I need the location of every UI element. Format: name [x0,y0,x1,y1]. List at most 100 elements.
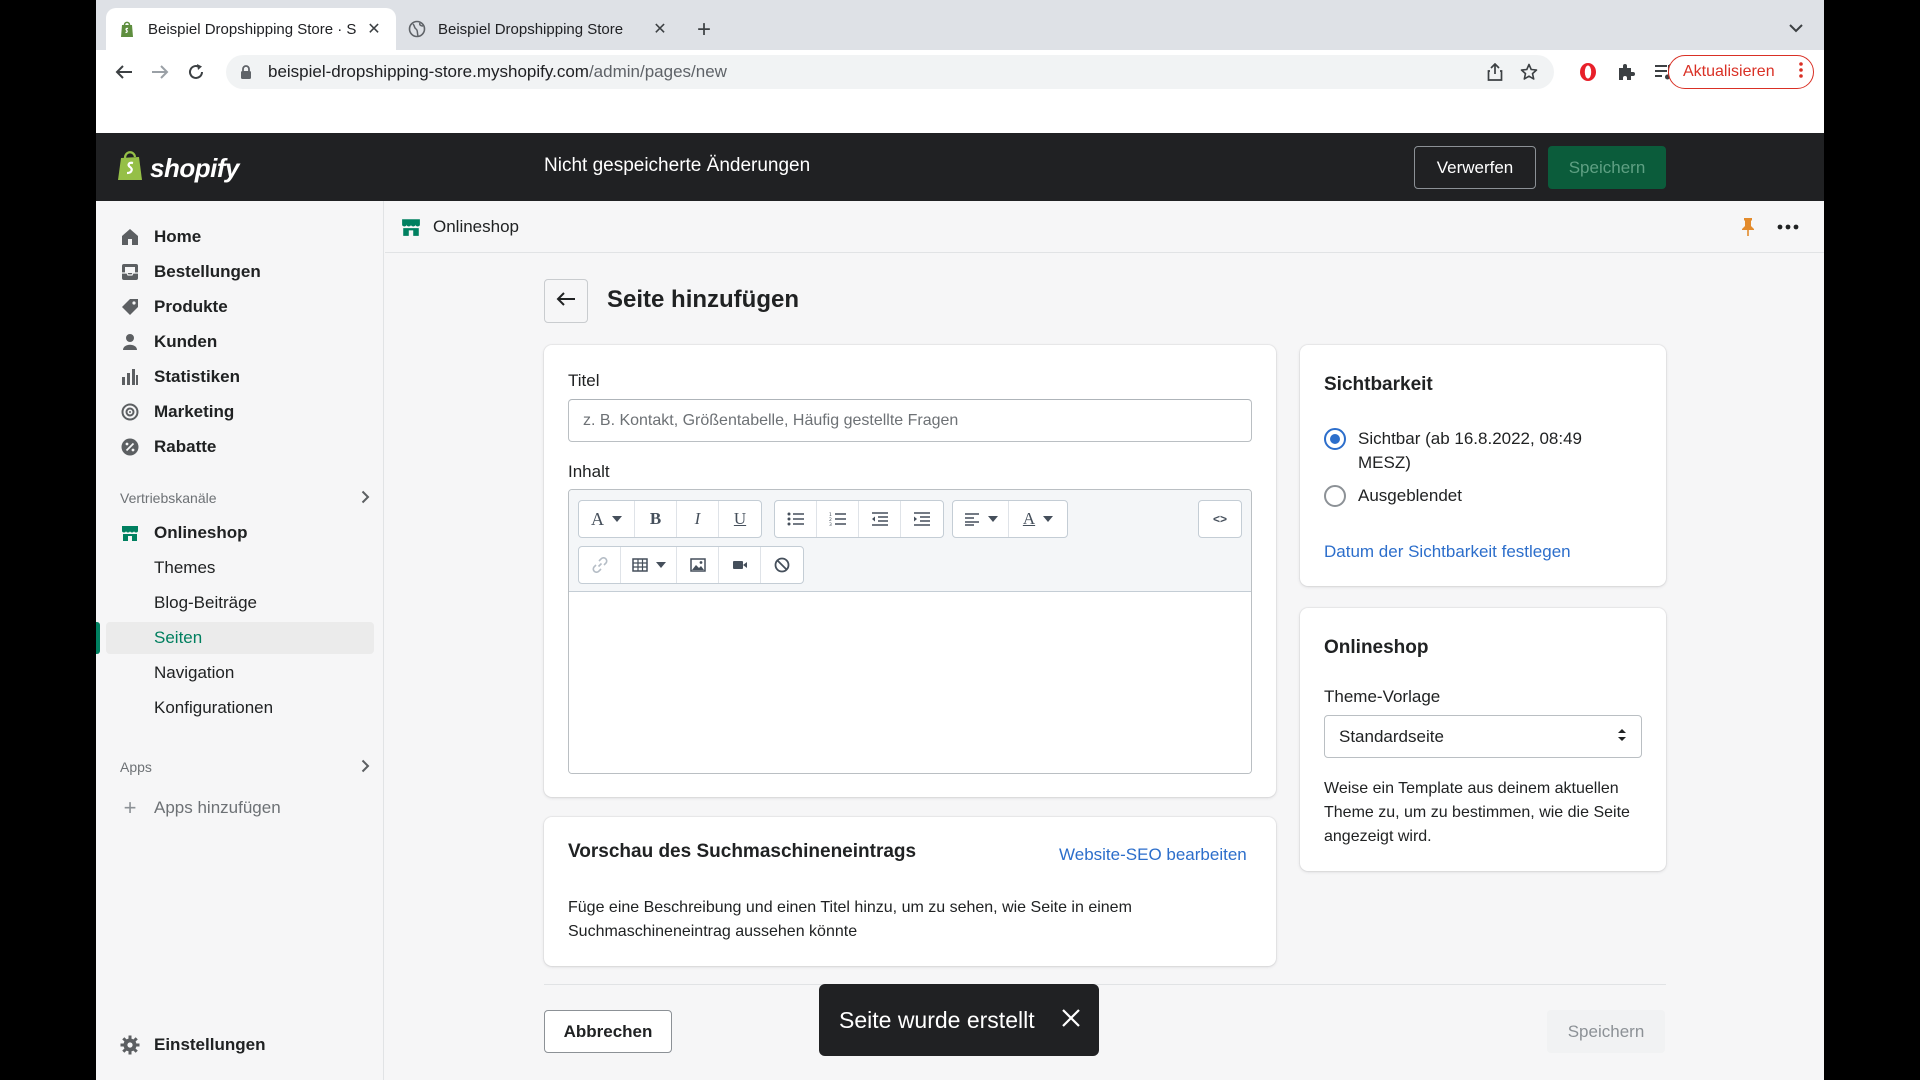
underline-icon[interactable]: U [719,501,761,537]
image-icon[interactable] [677,547,719,583]
save-button-bottom[interactable]: Speichern [1547,1010,1665,1053]
cancel-button[interactable]: Abbrechen [544,1010,672,1053]
visibility-card: Sichtbarkeit Sichtbar (ab 16.8.2022, 08:… [1300,345,1666,586]
browser-tab-store[interactable]: Beispiel Dropshipping Store ✕ [396,8,682,50]
template-help-text: Weise ein Template aus deinem aktuellen … [1324,780,1630,845]
sidebar-item-label: Rabatte [154,437,217,456]
admin-sidebar: Home Bestellungen Produkte Kunden Statis… [96,201,384,1080]
svg-text:3: 3 [829,522,832,526]
radio-unchecked[interactable] [1324,485,1346,507]
text-color-dropdown[interactable]: A [1009,501,1067,537]
pin-icon[interactable] [1741,217,1755,242]
sidebar-item-discounts[interactable]: Rabatte [106,431,374,463]
code-view-icon[interactable]: <> [1199,501,1241,537]
sidebar-item-analytics[interactable]: Statistiken [106,361,374,393]
title-input[interactable]: z. B. Kontakt, Größentabelle, Häufig ges… [568,399,1252,442]
sidebar-item-label: Onlineshop [154,523,248,542]
discard-button[interactable]: Verwerfen [1414,146,1536,189]
share-icon[interactable] [1480,55,1510,89]
sidebar-item-label: Einstellungen [154,1035,266,1054]
browser-toolbar: beispiel-dropshipping-store.myshopify.co… [96,50,1824,94]
close-tab-icon[interactable]: ✕ [650,19,670,39]
visibility-option-hidden[interactable]: Ausgeblendet [1324,484,1462,508]
browser-tab-shopify-admin[interactable]: Beispiel Dropshipping Store · S ✕ [106,8,396,50]
shopify-bag-icon [116,149,144,188]
sidebar-item-orders[interactable]: Bestellungen [106,256,374,288]
sidebar-item-settings[interactable]: Einstellungen [106,1029,374,1061]
bold-icon[interactable]: B [635,501,677,537]
logo-wordmark: shopify [150,153,239,183]
sidebar-item-label: Kunden [154,332,218,351]
new-tab-plus-icon[interactable]: + [690,16,718,44]
person-icon [120,332,140,352]
italic-icon[interactable]: I [677,501,719,537]
sidebar-item-products[interactable]: Produkte [106,291,374,323]
sidebar-subitem-preferences[interactable]: Konfigurationen [106,692,374,724]
sidebar-subitem-pages[interactable]: Seiten [106,622,374,654]
indent-icon[interactable] [901,501,943,537]
update-browser-button[interactable]: Aktualisieren [1668,55,1814,89]
visibility-option-visible[interactable]: Sichtbar (ab 16.8.2022, 08:49 MESZ) [1324,427,1624,475]
sidebar-subitem-blog-posts[interactable]: Blog-Beiträge [106,587,374,619]
outdent-icon[interactable] [859,501,901,537]
clear-formatting-icon[interactable] [761,547,803,583]
editor-toolbar: A B I U 123 A <> [569,490,1251,592]
sidebar-item-online-store[interactable]: Onlineshop [106,517,374,549]
reload-icon[interactable] [182,58,210,86]
toast-notification: Seite wurde erstellt [819,984,1099,1056]
template-label: Theme-Vorlage [1324,687,1441,706]
table-dropdown[interactable] [621,547,677,583]
more-horizontal-icon[interactable] [1777,217,1799,242]
back-button[interactable] [544,279,588,323]
numbered-list-icon[interactable]: 123 [817,501,859,537]
template-select[interactable]: Standardseite [1324,715,1642,758]
unsaved-changes-label: Nicht gespeicherte Änderungen [544,155,811,176]
radio-checked[interactable] [1324,428,1346,450]
video-icon[interactable] [719,547,761,583]
plus-icon: + [123,795,137,820]
apps-heading: Apps [120,759,152,775]
list-group: 123 [774,500,944,538]
set-visibility-date-link[interactable]: Datum der Sichtbarkeit festlegen [1324,542,1571,562]
extensions-puzzle-icon[interactable] [1612,58,1640,86]
globe-icon [408,20,426,38]
back-arrow-icon[interactable] [110,58,138,86]
font-color-icon: A [1022,509,1036,528]
close-tab-icon[interactable]: ✕ [364,19,384,39]
visible-option-label: Sichtbar (ab 16.8.2022, 08:49 MESZ) [1358,429,1582,472]
sidebar-item-label: Home [154,227,202,246]
forward-arrow-icon[interactable] [146,58,174,86]
tab-search-chevron-icon[interactable] [1784,16,1808,40]
sidebar-item-label: Bestellungen [154,262,261,281]
add-apps-link[interactable]: + Apps hinzufügen [106,793,374,823]
select-arrows-icon [1617,727,1627,747]
sales-channels-header[interactable]: Vertriebskanäle [120,486,370,510]
discount-icon [120,437,140,457]
apps-header[interactable]: Apps [120,755,370,779]
update-label: Aktualisieren [1683,63,1775,80]
editor-content-area[interactable] [569,593,1251,773]
tab-title: Beispiel Dropshipping Store [438,20,624,38]
bullet-list-icon[interactable] [775,501,817,537]
sidebar-subitem-themes[interactable]: Themes [106,552,374,584]
chevron-right-icon [361,759,370,776]
sidebar-item-home[interactable]: Home [106,221,374,253]
link-icon[interactable] [579,547,621,583]
home-icon [120,227,140,247]
sidebar-subitem-navigation[interactable]: Navigation [106,657,374,689]
align-left-dropdown[interactable] [953,501,1009,537]
bookmark-star-icon[interactable] [1514,55,1544,89]
content-label: Inhalt [568,462,610,481]
text-style-dropdown[interactable]: A [579,501,635,537]
sidebar-item-marketing[interactable]: Marketing [106,396,374,428]
shopify-logo[interactable]: shopify [116,149,239,188]
shopify-favicon-icon [118,20,136,38]
address-bar[interactable]: beispiel-dropshipping-store.myshopify.co… [226,55,1554,89]
save-button-top[interactable]: Speichern [1548,146,1666,189]
sidebar-item-customers[interactable]: Kunden [106,326,374,358]
edit-seo-link[interactable]: Website-SEO bearbeiten [1059,845,1247,865]
title-label: Titel [568,371,600,390]
close-icon[interactable] [1061,1007,1081,1034]
visibility-heading: Sichtbarkeit [1324,374,1433,395]
opera-extension-icon[interactable] [1574,58,1602,86]
